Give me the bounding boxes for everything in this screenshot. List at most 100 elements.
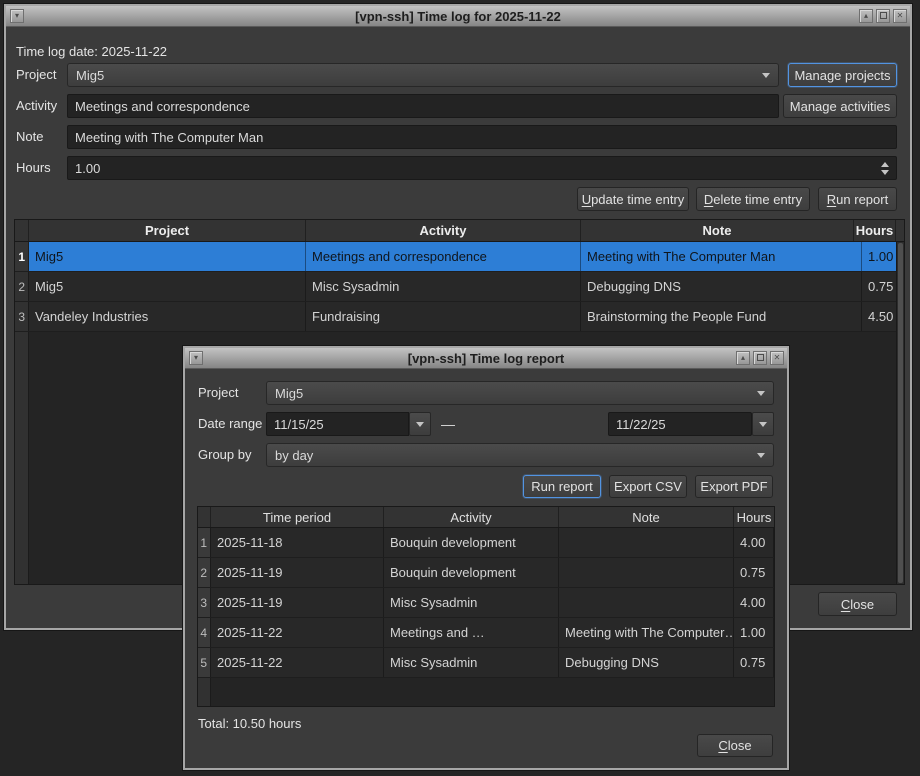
main-titlebar[interactable]: ▾ [vpn-ssh] Time log for 2025-11-22 ▴ ✕ bbox=[6, 6, 910, 27]
cell-activity: Meetings and … bbox=[384, 618, 559, 647]
activity-input[interactable]: Meetings and correspondence bbox=[67, 94, 779, 118]
cell-activity: Bouquin development bbox=[384, 528, 559, 557]
row-number: 1 bbox=[15, 242, 29, 271]
cell-activity: Misc Sysadmin bbox=[384, 588, 559, 617]
table-vertical-scrollbar[interactable] bbox=[896, 242, 904, 584]
window-menu-button[interactable]: ▾ bbox=[10, 9, 24, 23]
report-header-row: Time period Activity Note Hours bbox=[198, 507, 774, 528]
hours-spinbox-value: 1.00 bbox=[75, 161, 100, 176]
shade-button[interactable]: ▴ bbox=[736, 351, 750, 365]
project-label: Project bbox=[16, 63, 56, 87]
group-by-label: Group by bbox=[198, 443, 251, 467]
table-row[interactable]: 3 Vandeley Industries Fundraising Brains… bbox=[15, 302, 904, 332]
row-number: 1 bbox=[198, 528, 211, 557]
export-pdf-label: Export PDF bbox=[700, 479, 767, 494]
cell-activity: Bouquin development bbox=[384, 558, 559, 587]
table-row[interactable]: 1 Mig5 Meetings and correspondence Meeti… bbox=[15, 242, 904, 272]
header-hours[interactable]: Hours bbox=[854, 220, 896, 241]
shade-icon: ▴ bbox=[741, 353, 745, 362]
cell-note: Debugging DNS bbox=[559, 648, 734, 677]
report-row[interactable]: 1 2025-11-18 Bouquin development 4.00 bbox=[198, 528, 774, 558]
cell-activity: Misc Sysadmin bbox=[384, 648, 559, 677]
cell-project: Mig5 bbox=[29, 242, 306, 271]
spin-up-icon[interactable] bbox=[881, 162, 889, 167]
report-row[interactable]: 5 2025-11-22 Misc Sysadmin Debugging DNS… bbox=[198, 648, 774, 678]
activity-label: Activity bbox=[16, 94, 57, 118]
gutter-fill bbox=[15, 332, 29, 584]
header-activity[interactable]: Activity bbox=[384, 507, 559, 527]
report-row[interactable]: 2 2025-11-19 Bouquin development 0.75 bbox=[198, 558, 774, 588]
window-menu-button[interactable]: ▾ bbox=[189, 351, 203, 365]
report-table: Time period Activity Note Hours 1 2025-1… bbox=[197, 506, 775, 707]
scrollbar-thumb[interactable] bbox=[898, 243, 903, 583]
run-report-button[interactable]: Run report bbox=[818, 187, 897, 211]
run-report-label: Run report bbox=[827, 192, 888, 207]
cell-time-period: 2025-11-19 bbox=[211, 588, 384, 617]
manage-activities-button[interactable]: Manage activities bbox=[783, 94, 897, 118]
header-note[interactable]: Note bbox=[581, 220, 854, 241]
export-csv-button[interactable]: Export CSV bbox=[609, 475, 687, 498]
date-end-input[interactable]: 11/22/25 bbox=[608, 412, 752, 436]
cell-note: Debugging DNS bbox=[581, 272, 862, 301]
time-log-date-label: Time log date: 2025-11-22 bbox=[16, 40, 167, 64]
note-label: Note bbox=[16, 125, 43, 149]
header-time-period[interactable]: Time period bbox=[211, 507, 384, 527]
cell-note: Meeting with The Computer… bbox=[559, 618, 734, 647]
row-number: 3 bbox=[198, 588, 211, 617]
cell-hours: 4.00 bbox=[734, 528, 774, 557]
maximize-button[interactable] bbox=[753, 351, 767, 365]
main-close-button[interactable]: Close bbox=[818, 592, 897, 616]
dialog-titlebar[interactable]: ▾ [vpn-ssh] Time log report ▴ ✕ bbox=[185, 348, 787, 369]
delete-time-entry-button[interactable]: Delete time entry bbox=[696, 187, 810, 211]
update-time-entry-label: Update time entry bbox=[582, 192, 685, 207]
report-row[interactable]: 4 2025-11-22 Meetings and … Meeting with… bbox=[198, 618, 774, 648]
cell-activity: Meetings and correspondence bbox=[306, 242, 581, 271]
window-close-button[interactable]: ✕ bbox=[893, 9, 907, 23]
header-activity[interactable]: Activity bbox=[306, 220, 581, 241]
date-end-dropdown-button[interactable] bbox=[752, 412, 774, 436]
dialog-close-button[interactable]: Close bbox=[697, 734, 773, 757]
group-by-value: by day bbox=[275, 448, 313, 463]
cell-project: Mig5 bbox=[29, 272, 306, 301]
note-input[interactable]: Meeting with The Computer Man bbox=[67, 125, 897, 149]
header-note[interactable]: Note bbox=[559, 507, 734, 527]
report-row[interactable]: 3 2025-11-19 Misc Sysadmin 4.00 bbox=[198, 588, 774, 618]
dialog-run-report-button[interactable]: Run report bbox=[523, 475, 601, 498]
header-hours[interactable]: Hours bbox=[734, 507, 774, 527]
hours-spinner bbox=[878, 157, 892, 179]
hours-spinbox[interactable]: 1.00 bbox=[67, 156, 897, 180]
window-close-button[interactable]: ✕ bbox=[770, 351, 784, 365]
dialog-close-label: Close bbox=[718, 738, 751, 753]
chevron-down-icon bbox=[757, 391, 765, 396]
note-input-value: Meeting with The Computer Man bbox=[75, 130, 263, 145]
maximize-button[interactable] bbox=[876, 9, 890, 23]
date-start-dropdown-button[interactable] bbox=[409, 412, 431, 436]
date-start-input[interactable]: 11/15/25 bbox=[266, 412, 409, 436]
cell-activity: Misc Sysadmin bbox=[306, 272, 581, 301]
cell-project: Vandeley Industries bbox=[29, 302, 306, 331]
spin-down-icon[interactable] bbox=[881, 170, 889, 175]
shade-button[interactable]: ▴ bbox=[859, 9, 873, 23]
cell-activity: Fundraising bbox=[306, 302, 581, 331]
project-combobox[interactable]: Mig5 bbox=[67, 63, 779, 87]
window-menu-icon: ▾ bbox=[15, 11, 19, 20]
cell-hours: 1.00 bbox=[734, 618, 774, 647]
close-icon: ✕ bbox=[897, 11, 904, 20]
manage-projects-button[interactable]: Manage projects bbox=[788, 63, 897, 87]
maximize-icon bbox=[757, 354, 764, 361]
update-time-entry-button[interactable]: Update time entry bbox=[577, 187, 689, 211]
dialog-run-report-label: Run report bbox=[531, 479, 592, 494]
export-pdf-button[interactable]: Export PDF bbox=[695, 475, 773, 498]
report-project-combobox[interactable]: Mig5 bbox=[266, 381, 774, 405]
header-project[interactable]: Project bbox=[29, 220, 306, 241]
table-header-row: Project Activity Note Hours bbox=[15, 220, 904, 242]
cell-hours: 0.75 bbox=[734, 558, 774, 587]
date-end-value: 11/22/25 bbox=[616, 417, 666, 432]
dialog-title: [vpn-ssh] Time log report bbox=[185, 348, 787, 369]
header-scroll-spacer bbox=[896, 220, 904, 241]
table-row[interactable]: 2 Mig5 Misc Sysadmin Debugging DNS 0.75 bbox=[15, 272, 904, 302]
group-by-combobox[interactable]: by day bbox=[266, 443, 774, 467]
total-hours-label: Total: 10.50 hours bbox=[198, 712, 301, 736]
report-project-label: Project bbox=[198, 381, 238, 405]
cell-note bbox=[559, 528, 734, 557]
